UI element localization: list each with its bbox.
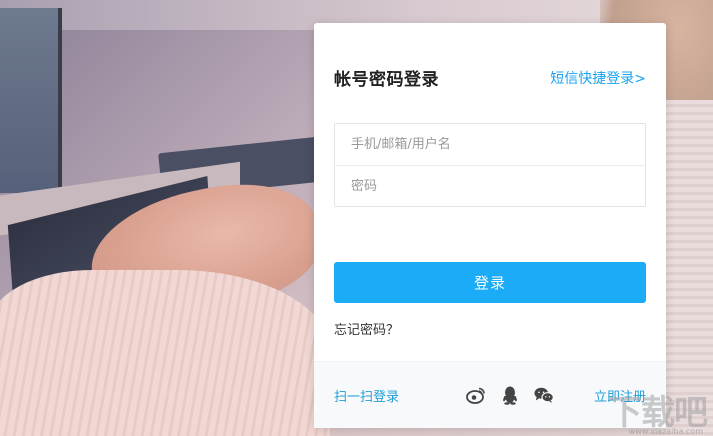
sms-login-link[interactable]: 短信快捷登录> <box>550 68 646 88</box>
wechat-icon[interactable] <box>534 385 554 405</box>
scan-login-link[interactable]: 扫一扫登录 <box>334 386 399 405</box>
login-button[interactable]: 登录 <box>334 262 646 303</box>
username-input[interactable] <box>335 124 645 165</box>
qq-icon[interactable] <box>500 385 520 405</box>
register-link[interactable]: 立即注册 <box>594 386 646 405</box>
login-footer: 扫一扫登录 立即注册 <box>314 361 666 428</box>
login-header: 帐号密码登录 短信快捷登录> <box>334 65 646 90</box>
login-card: 帐号密码登录 短信快捷登录> 登录 忘记密码？ 扫一扫登录 <box>314 23 666 428</box>
background-monitor <box>0 8 62 193</box>
password-input[interactable] <box>335 165 645 206</box>
login-title: 帐号密码登录 <box>334 70 439 90</box>
weibo-icon[interactable] <box>466 385 486 405</box>
background-sleeve <box>0 270 330 436</box>
social-login-icons <box>466 385 554 405</box>
login-page: 帐号密码登录 短信快捷登录> 登录 忘记密码？ 扫一扫登录 <box>0 0 713 436</box>
login-form <box>334 123 646 207</box>
forgot-password-link[interactable]: 忘记密码？ <box>334 319 399 338</box>
